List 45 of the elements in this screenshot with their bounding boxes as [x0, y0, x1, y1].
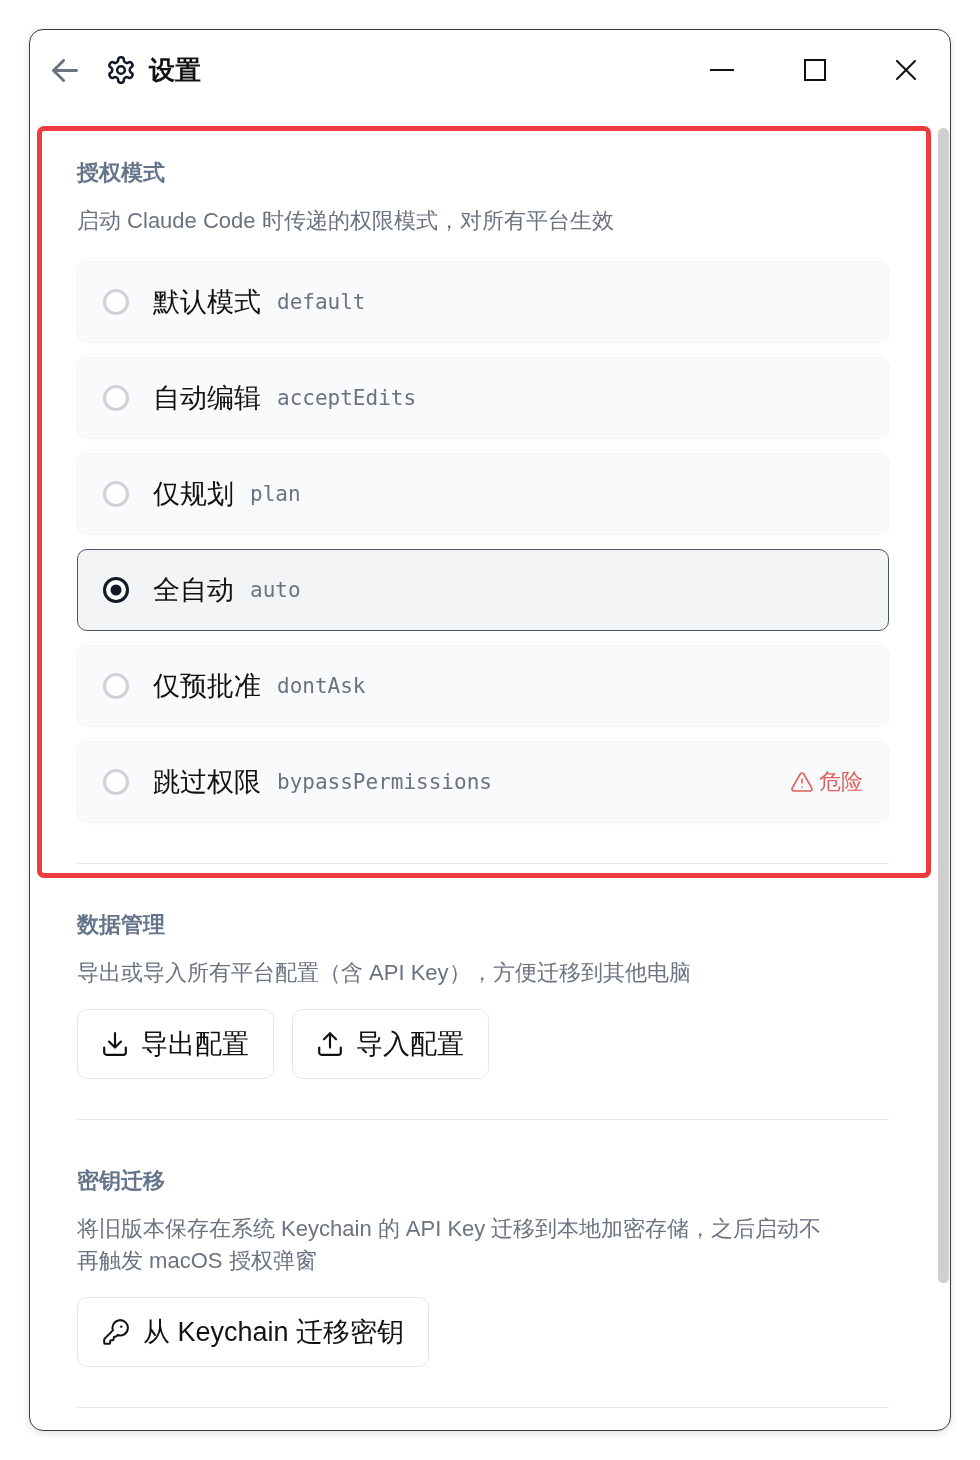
- section-description: 将旧版本保存在系统 Keychain 的 API Key 迁移到本地加密存储，之后启动不再触发 macOS 授权弹窗: [77, 1215, 823, 1275]
- export-button[interactable]: 导出配置: [77, 1009, 274, 1079]
- option-label: 全自动: [153, 574, 234, 607]
- option-code: auto: [250, 578, 301, 602]
- section-title: 密钥迁移: [77, 1167, 166, 1195]
- option-code: bypassPermissions: [277, 770, 492, 794]
- close-icon[interactable]: [896, 60, 916, 80]
- section-title: 数据管理: [77, 911, 166, 939]
- section-title: 授权模式: [77, 159, 166, 187]
- upload-icon: [318, 1032, 342, 1056]
- radio-icon[interactable]: [103, 673, 129, 699]
- option-code: plan: [250, 482, 301, 506]
- minimize-icon[interactable]: [710, 69, 734, 71]
- radio-icon[interactable]: [103, 385, 129, 411]
- option-label: 仅预批准: [153, 670, 261, 703]
- option-label: 跳过权限: [153, 766, 261, 799]
- mode-option[interactable]: 仅预批准 dontAsk: [77, 645, 889, 727]
- window-title: 设置: [149, 53, 201, 87]
- radio-icon[interactable]: [103, 769, 129, 795]
- import-button[interactable]: 导入配置: [292, 1009, 489, 1079]
- radio-icon[interactable]: [103, 481, 129, 507]
- section-description: 启动 Claude Code 时传递的权限模式，对所有平台生效: [77, 207, 615, 235]
- maximize-icon[interactable]: [804, 59, 826, 81]
- section-description: 导出或导入所有平台配置（含 API Key），方便迁移到其他电脑: [77, 959, 692, 987]
- mode-option[interactable]: 跳过权限 bypassPermissions 危险: [77, 741, 889, 823]
- option-label: 仅规划: [153, 478, 234, 511]
- radio-checked-icon[interactable]: [103, 577, 129, 603]
- option-code: default: [277, 290, 366, 314]
- scrollbar-thumb[interactable]: [938, 128, 949, 1283]
- mode-option[interactable]: 默认模式 default: [77, 261, 889, 343]
- back-arrow-icon[interactable]: [52, 58, 78, 82]
- mode-option[interactable]: 自动编辑 acceptEdits: [77, 357, 889, 439]
- mode-option[interactable]: 仅规划 plan: [77, 453, 889, 535]
- warning-icon: [791, 772, 813, 792]
- key-icon: [103, 1319, 129, 1345]
- settings-icon: [107, 56, 135, 84]
- migrate-button[interactable]: 从 Keychain 迁移密钥: [77, 1297, 430, 1367]
- option-code: dontAsk: [277, 674, 366, 698]
- download-icon: [103, 1032, 127, 1056]
- option-code: acceptEdits: [277, 386, 417, 410]
- option-label: 默认模式: [153, 286, 261, 319]
- danger-text: 危险: [819, 768, 863, 796]
- option-label: 自动编辑: [153, 382, 261, 415]
- radio-icon[interactable]: [103, 289, 129, 315]
- mode-option[interactable]: 全自动 auto: [77, 549, 889, 631]
